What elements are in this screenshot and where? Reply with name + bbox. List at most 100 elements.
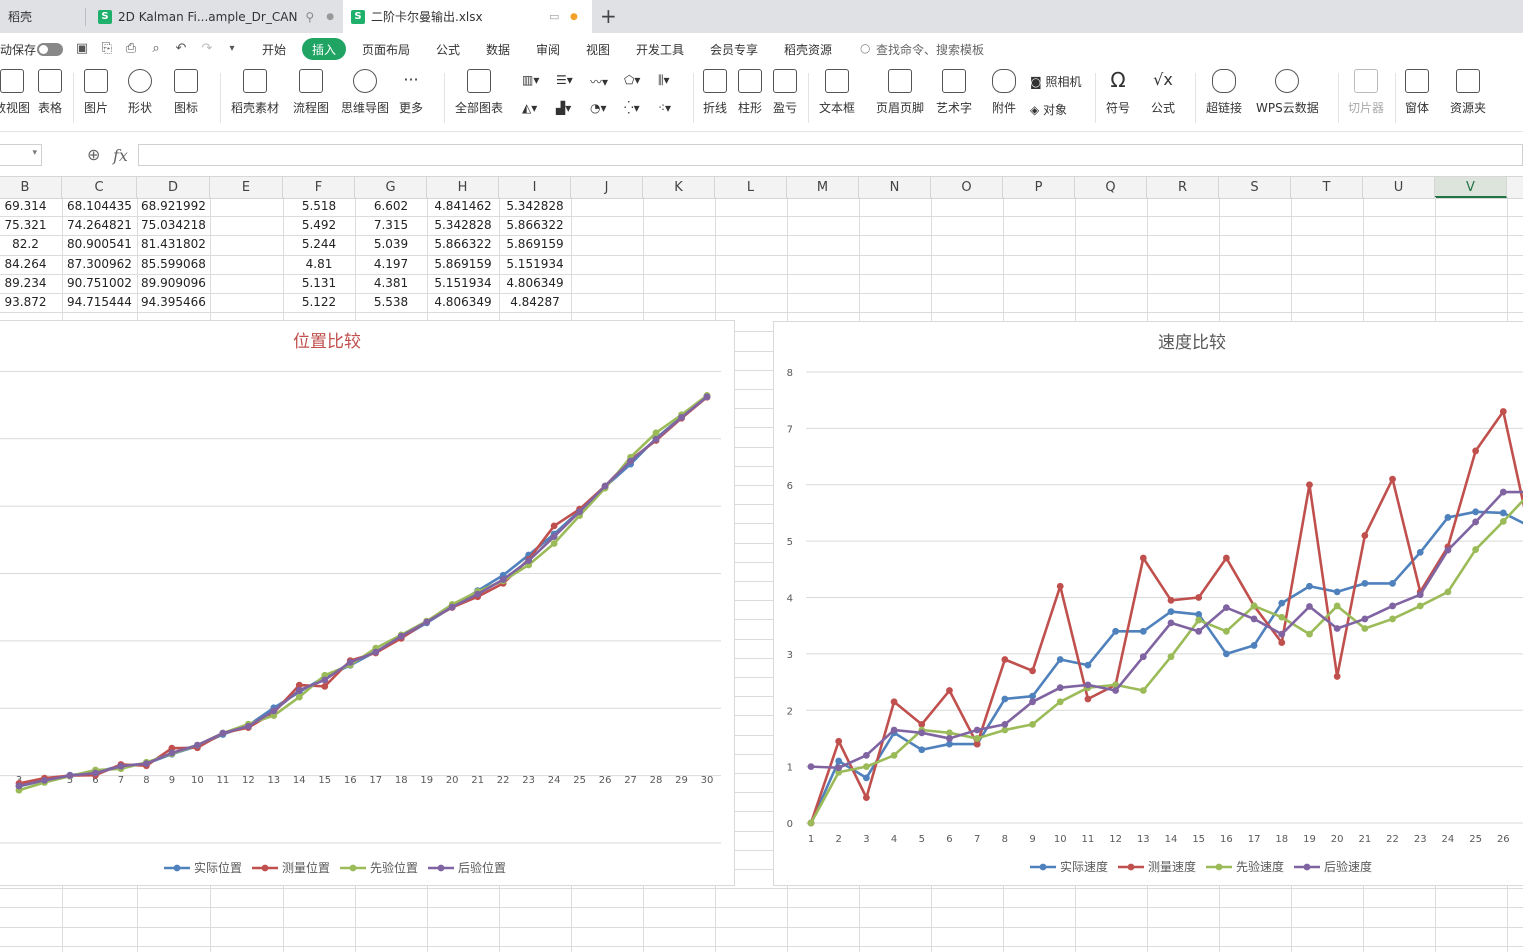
column-header-T[interactable]: T [1291,177,1363,198]
column-chart-icon[interactable]: ▥▾ [522,73,539,87]
cell[interactable]: 4.806349 [427,293,499,312]
cell[interactable]: 4.81 [283,255,355,274]
line-chart-icon[interactable]: 〰▾ [590,73,608,90]
column-header-R[interactable]: R [1147,177,1219,198]
chevron-down-icon[interactable]: ▾ [224,41,240,57]
object-button[interactable]: ◈ 对象 [1030,101,1067,118]
scatter-chart-icon[interactable]: ⁛▾ [624,101,640,115]
cell[interactable]: 68.104435 [62,197,137,216]
all-charts-button[interactable]: 全部图表 [455,69,503,116]
column-header-K[interactable]: K [643,177,715,198]
symbol-button[interactable]: Ω 符号 [1106,69,1130,116]
formula-input[interactable] [138,144,1523,166]
tab-kalman-example[interactable]: S 2D Kalman Fi...ample_Dr_CAN ⚲ ● [90,0,340,33]
more-button[interactable]: ··· 更多 [399,69,423,116]
command-search[interactable]: 查找命令、搜索模板 [876,41,984,58]
camera-button[interactable]: ◙ 照相机 [1030,73,1081,90]
mindmap-button[interactable]: 思维导图 [341,69,389,116]
column-header-U[interactable]: U [1363,177,1435,198]
column-header-S[interactable]: S [1219,177,1291,198]
cell[interactable]: 6.602 [355,197,427,216]
menu-formulas[interactable]: 公式 [436,41,460,58]
cell[interactable]: 5.869159 [499,235,571,254]
column-header-D[interactable]: D [137,177,210,198]
hyperlink-button[interactable]: 超链接 [1206,69,1242,116]
column-header-Q[interactable]: Q [1075,177,1147,198]
export-pdf-icon[interactable]: ⎘ [99,41,115,57]
monitor-icon[interactable]: ▭ [549,10,559,23]
tab-second-order-kalman[interactable]: S 二阶卡尔曼输出.xlsx ▭ ● [343,0,592,33]
sparkline-line-button[interactable]: 折线 [703,69,727,116]
bubble-chart-icon[interactable]: ⁖▾ [658,101,671,115]
cell[interactable]: 89.909096 [137,274,210,293]
menu-review[interactable]: 审阅 [536,41,560,58]
stock-chart-icon[interactable]: ⫼▾ [658,73,670,88]
print-icon[interactable]: ⎙ [123,41,139,57]
cell[interactable]: 5.538 [355,293,427,312]
column-header-I[interactable]: I [499,177,571,198]
table-button[interactable]: 表格 [38,69,62,116]
pivot-view-button[interactable]: 数视图 [0,69,30,116]
cell[interactable]: 4.84287 [499,293,571,312]
menu-page-layout[interactable]: 页面布局 [362,41,410,58]
cell[interactable]: 4.381 [355,274,427,293]
menu-insert[interactable]: 插入 [302,38,346,60]
cell[interactable]: 75.321 [0,216,62,235]
column-header-H[interactable]: H [427,177,499,198]
tab-daoke[interactable]: 稻壳 [0,0,84,33]
sparkline-column-button[interactable]: 柱形 [738,69,762,116]
cell[interactable]: 5.866322 [427,235,499,254]
column-header-M[interactable]: M [787,177,859,198]
column-header-J[interactable]: J [571,177,643,198]
radar-chart-icon[interactable]: ⬠▾ [624,73,640,87]
new-tab-plus-icon[interactable]: + [600,4,617,28]
column-header-G[interactable]: G [355,177,427,198]
flowchart-button[interactable]: 流程图 [293,69,329,116]
cell[interactable]: 84.264 [0,255,62,274]
cell[interactable]: 5.122 [283,293,355,312]
cell[interactable] [210,197,283,216]
textbox-button[interactable]: 文本框 [819,69,855,116]
cell[interactable]: 87.300962 [62,255,137,274]
cell[interactable]: 75.034218 [137,216,210,235]
column-header-B[interactable]: B [0,177,62,198]
cell[interactable] [210,235,283,254]
equation-button[interactable]: √x 公式 [1151,69,1175,116]
pie-chart-icon[interactable]: ◔▾ [590,101,607,115]
position-chart[interactable]: 位置比较345678910111213141516171819202122232… [0,320,735,886]
wps-cloud-data-button[interactable]: WPS云数据 [1256,69,1319,116]
cell[interactable]: 82.2 [0,235,62,254]
cell[interactable] [210,293,283,312]
column-header-P[interactable]: P [1003,177,1075,198]
menu-view[interactable]: 视图 [586,41,610,58]
wordart-button[interactable]: 艺术字 [936,69,972,116]
cell[interactable]: 5.151934 [427,274,499,293]
cell[interactable]: 90.751002 [62,274,137,293]
cell[interactable]: 5.518 [283,197,355,216]
cell[interactable]: 5.151934 [499,255,571,274]
name-box[interactable]: ▾ [0,144,42,166]
picture-button[interactable]: 图片 [84,69,108,116]
cell[interactable]: 5.492 [283,216,355,235]
daoke-material-button[interactable]: 稻壳素材 [231,69,279,116]
undo-icon[interactable]: ↶ [173,41,189,57]
cell[interactable]: 5.866322 [499,216,571,235]
resource-folder-button[interactable]: 资源夹 [1450,69,1486,116]
cell[interactable]: 4.806349 [499,274,571,293]
menu-home[interactable]: 开始 [262,41,286,58]
cell[interactable]: 93.872 [0,293,62,312]
redo-icon[interactable]: ↷ [199,41,215,57]
cell[interactable] [210,216,283,235]
column-header-N[interactable]: N [859,177,931,198]
cell[interactable]: 89.234 [0,274,62,293]
cell[interactable]: 68.921992 [137,197,210,216]
cell[interactable] [210,255,283,274]
autosave-toggle[interactable] [37,43,63,56]
cell[interactable]: 5.039 [355,235,427,254]
shape-button[interactable]: 形状 [128,69,152,116]
form-button[interactable]: 窗体 [1405,69,1429,116]
print-preview-icon[interactable]: ⌕ [148,41,164,57]
menu-data[interactable]: 数据 [486,41,510,58]
cell[interactable]: 94.715444 [62,293,137,312]
cell[interactable]: 7.315 [355,216,427,235]
